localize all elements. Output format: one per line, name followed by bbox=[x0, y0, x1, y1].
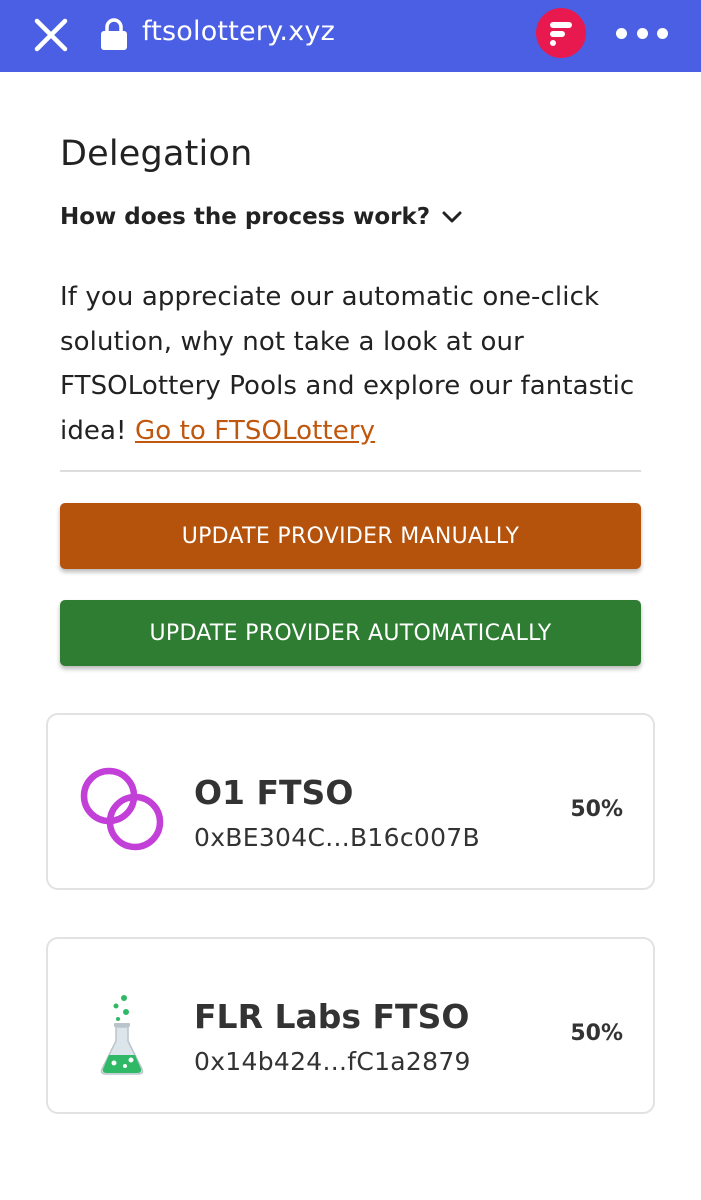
faq-label: How does the process work? bbox=[60, 204, 431, 230]
more-dots-icon bbox=[616, 27, 627, 39]
provider-share: 50% bbox=[570, 1021, 623, 1046]
close-icon bbox=[34, 18, 68, 52]
provider-address: 0xBE304C...B16c007B bbox=[194, 823, 480, 852]
provider-card[interactable]: FLR Labs FTSO 0x14b424...fC1a2879 50% bbox=[46, 937, 655, 1114]
update-provider-automatically-button[interactable]: UPDATE PROVIDER AUTOMATICALLY bbox=[60, 600, 641, 666]
lock-icon bbox=[101, 18, 127, 50]
more-menu-button[interactable] bbox=[614, 18, 670, 48]
flare-logo-icon bbox=[550, 22, 572, 46]
update-provider-manually-button[interactable]: UPDATE PROVIDER MANUALLY bbox=[60, 503, 641, 569]
provider-address: 0x14b424...fC1a2879 bbox=[194, 1047, 471, 1076]
go-to-ftsolottery-link[interactable]: Go to FTSOLottery bbox=[135, 416, 375, 446]
provider-share: 50% bbox=[570, 797, 623, 822]
url-address[interactable]: ftsolottery.xyz bbox=[142, 16, 335, 48]
flare-logo-button[interactable] bbox=[536, 8, 586, 58]
process-faq-toggle[interactable]: How does the process work? bbox=[60, 204, 464, 230]
divider bbox=[60, 470, 641, 472]
chevron-down-icon bbox=[442, 211, 462, 223]
page-title: Delegation bbox=[60, 134, 253, 174]
provider-name: O1 FTSO bbox=[194, 773, 354, 812]
provider-name: FLR Labs FTSO bbox=[194, 997, 470, 1036]
description-text: If you appreciate our automatic one-clic… bbox=[60, 275, 650, 453]
flask-icon bbox=[100, 995, 144, 1075]
linked-rings-icon bbox=[80, 767, 164, 851]
close-button[interactable] bbox=[30, 14, 72, 56]
provider-card[interactable]: O1 FTSO 0xBE304C...B16c007B 50% bbox=[46, 713, 655, 890]
browser-toolbar: ftsolottery.xyz bbox=[0, 0, 701, 72]
